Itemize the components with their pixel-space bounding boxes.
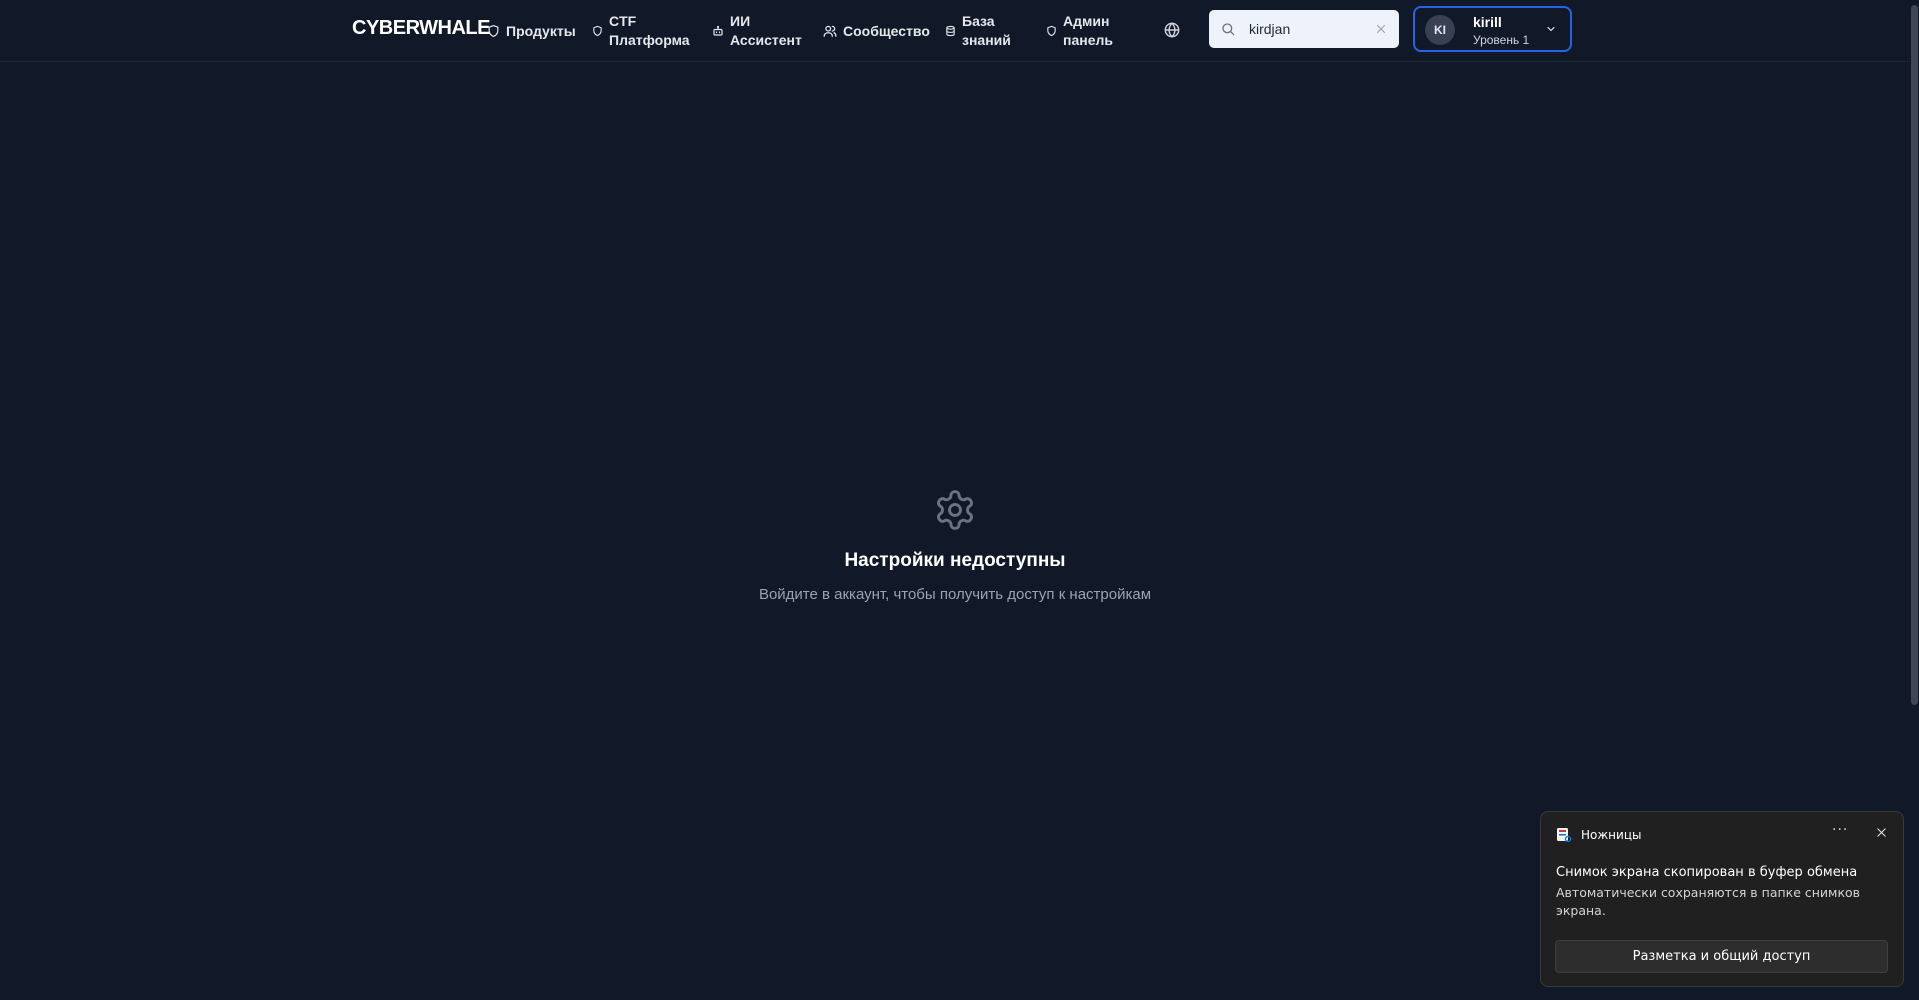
snipping-tool-icon	[1557, 828, 1572, 843]
search-input[interactable]	[1249, 19, 1369, 39]
clear-search-icon[interactable]	[1375, 23, 1387, 35]
page-title: Настройки недоступны	[844, 550, 1066, 571]
close-icon[interactable]	[1876, 827, 1887, 838]
chevron-down-icon	[1547, 26, 1555, 32]
database-icon	[946, 25, 955, 37]
search-box	[1209, 10, 1399, 48]
nav-label-line1: ИИ	[730, 13, 751, 29]
scrollbar-thumb[interactable]	[1911, 5, 1918, 705]
nav-item-products[interactable]: Продукты	[487, 0, 576, 62]
nav-label-line1: CTF	[609, 13, 637, 29]
nav-label-line2: панель	[1063, 32, 1113, 48]
user-menu-button[interactable]: KI kirill Уровень 1	[1413, 6, 1572, 52]
globe-icon[interactable]	[1162, 20, 1182, 40]
shield-icon	[1047, 25, 1056, 37]
nav-label-line1: База	[962, 13, 995, 29]
more-options-button[interactable]: ···	[1832, 822, 1848, 838]
nav-item-ctf[interactable]: CTF Платформа	[592, 0, 690, 62]
user-name: kirill	[1473, 14, 1502, 30]
notification-title: Снимок экрана скопирован в буфер обмена	[1556, 865, 1858, 880]
shield-icon	[488, 24, 499, 38]
page-subtitle: Войдите в аккаунт, чтобы получить доступ…	[758, 586, 1152, 603]
nav-label: Сообщество	[843, 22, 930, 39]
nav-label-line2: знаний	[962, 32, 1011, 48]
nav-label: Продукты	[506, 22, 576, 39]
bot-icon	[713, 25, 723, 36]
settings-page: CYBERWHALE Продукты CTF Платформа ИИ Асс…	[0, 0, 1919, 1000]
nav-item-admin-panel[interactable]: Админ панель	[1046, 0, 1113, 62]
brand-logo[interactable]: CYBERWHALE	[352, 17, 490, 40]
gear-icon	[937, 490, 973, 530]
nav-label-line2: Ассистент	[730, 32, 802, 48]
notification-body: Автоматически сохраняются в папке снимко…	[1556, 885, 1861, 918]
nav-item-community[interactable]: Сообщество	[823, 0, 930, 62]
nav-label-line2: Платформа	[609, 32, 690, 48]
settings-unavailable-panel: Настройки недоступны Войдите в аккаунт, …	[0, 488, 1910, 603]
nav-label-line1: Админ	[1063, 13, 1110, 29]
notification-app-name: Ножницы	[1581, 828, 1642, 842]
snipping-tool-notification[interactable]: Ножницы ··· Снимок экрана скопирован в б…	[1540, 811, 1904, 987]
avatar: KI	[1425, 15, 1455, 45]
search-icon	[1222, 23, 1235, 36]
users-icon	[823, 25, 837, 37]
nav-item-ai-assistant[interactable]: ИИ Ассистент	[712, 0, 802, 62]
nav-item-knowledge-base[interactable]: База знаний	[945, 0, 1011, 62]
top-navbar: CYBERWHALE Продукты CTF Платформа ИИ Асс…	[0, 0, 1910, 62]
markup-and-share-button[interactable]: Разметка и общий доступ	[1555, 940, 1888, 973]
user-level: Уровень 1	[1473, 33, 1530, 47]
shield-icon	[593, 25, 602, 37]
